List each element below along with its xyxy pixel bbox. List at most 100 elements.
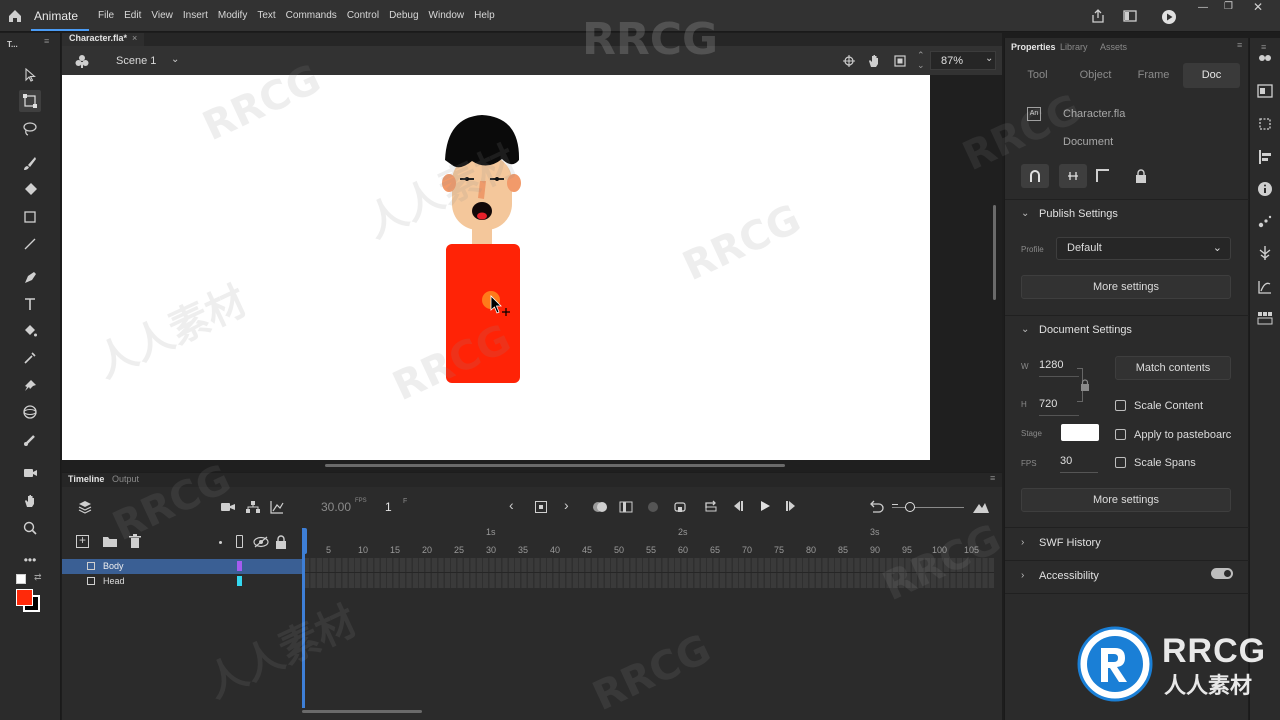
motion-presets-icon[interactable] bbox=[1257, 213, 1273, 229]
motion-editor-icon[interactable] bbox=[1257, 279, 1273, 295]
swatches-icon[interactable] bbox=[1257, 310, 1273, 326]
tab-library[interactable]: Library bbox=[1060, 42, 1088, 52]
timeline-scrollbar[interactable] bbox=[302, 710, 422, 713]
library-icon[interactable] bbox=[1257, 51, 1273, 65]
lock-toggle-icon[interactable] bbox=[275, 535, 287, 549]
outline-toggle-icon[interactable] bbox=[236, 535, 243, 548]
test-movie-icon[interactable] bbox=[1160, 8, 1178, 26]
undo-icon[interactable] bbox=[868, 500, 884, 514]
scale-spans-checkbox[interactable] bbox=[1115, 457, 1126, 468]
share-icon[interactable] bbox=[1090, 8, 1106, 24]
graph-icon[interactable] bbox=[269, 499, 285, 515]
layer-name[interactable]: Head bbox=[103, 576, 125, 586]
stage-horizontal-scrollbar[interactable] bbox=[325, 464, 785, 467]
eyedropper-tool-icon[interactable] bbox=[19, 347, 41, 369]
workspace-icon[interactable] bbox=[1122, 8, 1138, 24]
menu-edit[interactable]: Edit bbox=[124, 10, 141, 21]
menu-modify[interactable]: Modify bbox=[218, 10, 247, 21]
doc-settings-chevron-icon[interactable]: ⌄ bbox=[1021, 324, 1029, 335]
swf-history-title[interactable]: SWF History bbox=[1039, 537, 1101, 549]
frame-size-slider[interactable] bbox=[892, 507, 964, 508]
fps-value[interactable]: 30.00 bbox=[321, 500, 351, 514]
menu-commands[interactable]: Commands bbox=[286, 10, 337, 21]
step-forward-icon[interactable] bbox=[784, 500, 798, 512]
restore-icon[interactable]: ❐ bbox=[1224, 1, 1233, 12]
layers-icon[interactable] bbox=[77, 499, 93, 515]
publish-more-settings-button[interactable]: More settings bbox=[1021, 275, 1231, 299]
text-tool-icon[interactable] bbox=[19, 293, 41, 315]
lasso-tool-icon[interactable] bbox=[19, 118, 41, 140]
align-icon[interactable] bbox=[1257, 149, 1273, 165]
highlight-dot-icon[interactable] bbox=[219, 541, 222, 544]
free-transform-tool-icon[interactable] bbox=[19, 90, 41, 112]
tab-frame[interactable]: Frame bbox=[1125, 63, 1182, 88]
step-back-icon[interactable] bbox=[731, 500, 745, 512]
width-value[interactable]: 1280 bbox=[1039, 359, 1063, 371]
repeat-icon[interactable] bbox=[703, 499, 719, 513]
home-icon[interactable] bbox=[6, 7, 24, 25]
zoom-field[interactable]: 87% ⌄ bbox=[930, 51, 996, 70]
publish-settings-title[interactable]: Publish Settings bbox=[1039, 208, 1118, 220]
assets-icon[interactable] bbox=[1257, 245, 1273, 261]
camera-tool-icon[interactable] bbox=[19, 462, 41, 484]
menu-window[interactable]: Window bbox=[429, 10, 465, 21]
insert-tween-icon[interactable] bbox=[646, 500, 660, 514]
layer-color-swatch[interactable] bbox=[237, 576, 242, 586]
zoom-stepper-icon[interactable]: ⌃ ⌄ bbox=[917, 50, 925, 70]
frame-picker-icon[interactable] bbox=[1257, 84, 1273, 98]
camera-layer-icon[interactable] bbox=[220, 500, 236, 514]
publish-chevron-icon[interactable]: ⌄ bbox=[1021, 208, 1029, 219]
center-stage-icon[interactable] bbox=[842, 54, 856, 68]
scene-dropdown-icon[interactable]: ⌄ bbox=[171, 54, 179, 65]
panel-menu-icon[interactable]: ≡ bbox=[1237, 40, 1242, 50]
hand-tool-icon[interactable] bbox=[19, 490, 41, 512]
tab-output[interactable]: Output bbox=[112, 474, 139, 484]
visibility-toggle-icon[interactable] bbox=[253, 536, 269, 548]
tools-menu-icon[interactable]: ≡ bbox=[44, 36, 49, 46]
rulers-icon[interactable] bbox=[1095, 168, 1111, 184]
rectangle-tool-icon[interactable] bbox=[19, 206, 41, 228]
menu-file[interactable]: File bbox=[98, 10, 114, 21]
paint-bucket-tool-icon[interactable] bbox=[19, 320, 41, 342]
frame-grid[interactable] bbox=[304, 558, 994, 588]
accessibility-toggle[interactable] bbox=[1211, 568, 1233, 579]
tab-properties[interactable]: Properties bbox=[1011, 42, 1056, 52]
selection-tool-icon[interactable] bbox=[19, 64, 41, 86]
align-to-stage-icon[interactable] bbox=[1059, 164, 1087, 188]
prev-keyframe-icon[interactable]: ‹ bbox=[509, 497, 514, 513]
3d-rotation-tool-icon[interactable] bbox=[19, 401, 41, 423]
eraser-tool-icon[interactable] bbox=[19, 178, 41, 200]
layer-color-swatch[interactable] bbox=[237, 561, 242, 571]
default-colors-icon[interactable] bbox=[16, 574, 26, 584]
tab-assets[interactable]: Assets bbox=[1100, 42, 1127, 52]
snap-icon[interactable] bbox=[1021, 164, 1049, 188]
swf-chevron-icon[interactable]: › bbox=[1021, 537, 1024, 548]
new-layer-icon[interactable]: + bbox=[76, 533, 89, 548]
tab-doc[interactable]: Doc bbox=[1183, 63, 1240, 88]
app-name[interactable]: Animate bbox=[34, 9, 78, 23]
next-keyframe-icon[interactable]: › bbox=[564, 497, 569, 513]
onion-skin-icon[interactable] bbox=[592, 500, 608, 514]
close-window-icon[interactable]: ✕ bbox=[1253, 0, 1263, 14]
accessibility-title[interactable]: Accessibility bbox=[1039, 570, 1099, 582]
scale-content-checkbox[interactable] bbox=[1115, 400, 1126, 411]
menu-control[interactable]: Control bbox=[347, 10, 379, 21]
transform-icon[interactable] bbox=[1257, 116, 1273, 132]
tab-object[interactable]: Object bbox=[1067, 63, 1124, 88]
frame-ruler[interactable]: 1s 2s 3s 5 10 15 20 25 30 35 40 45 50 55… bbox=[304, 527, 994, 558]
layer-row-head[interactable]: Head bbox=[62, 574, 302, 589]
minimize-icon[interactable]: — bbox=[1198, 2, 1208, 13]
lock-guides-icon[interactable] bbox=[1135, 169, 1147, 183]
apply-pasteboard-checkbox[interactable] bbox=[1115, 429, 1126, 440]
stage-canvas[interactable] bbox=[62, 75, 930, 460]
menu-view[interactable]: View bbox=[151, 10, 173, 21]
line-tool-icon[interactable] bbox=[19, 233, 41, 255]
loop-icon[interactable] bbox=[673, 500, 687, 514]
height-value[interactable]: 720 bbox=[1039, 398, 1057, 410]
clip-content-icon[interactable] bbox=[893, 54, 907, 68]
edit-symbols-icon[interactable] bbox=[74, 53, 90, 69]
layer-name[interactable]: Body bbox=[103, 561, 124, 571]
play-icon[interactable] bbox=[759, 500, 771, 512]
doc-more-settings-button[interactable]: More settings bbox=[1021, 488, 1231, 512]
constrain-lock-icon[interactable] bbox=[1080, 379, 1090, 391]
